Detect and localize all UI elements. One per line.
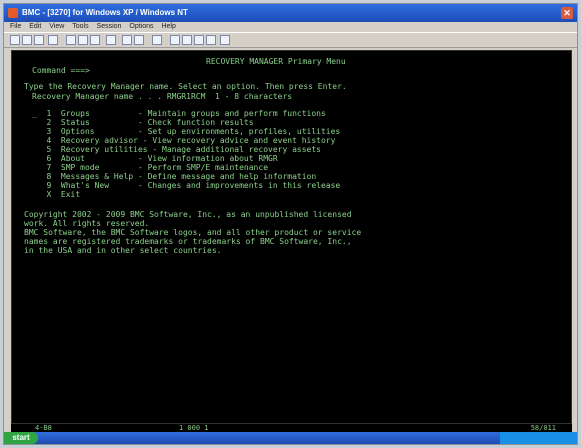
- command-line[interactable]: Command ===>: [32, 66, 90, 75]
- toolbar: [4, 32, 577, 48]
- menu-item-exit[interactable]: X Exit: [32, 190, 80, 199]
- menu-item-9[interactable]: 9 What's New - Changes and improvements …: [32, 181, 340, 190]
- menu-view[interactable]: View: [49, 23, 64, 30]
- copyright-line-2: work. All rights reserved.: [24, 219, 150, 228]
- status-left: 4-B8: [35, 424, 52, 432]
- app-window: BMC - [3270] for Windows XP / Windows NT…: [3, 3, 578, 445]
- font-icon[interactable]: [206, 35, 216, 45]
- copyright-line-3: BMC Software, the BMC Software logos, an…: [24, 228, 362, 237]
- copyright-line-1: Copyright 2002 - 2009 BMC Software, Inc.…: [24, 210, 352, 219]
- menu-tools[interactable]: Tools: [72, 23, 88, 30]
- open-icon[interactable]: [22, 35, 32, 45]
- disconnect-icon[interactable]: [122, 35, 132, 45]
- menu-edit[interactable]: Edit: [29, 23, 41, 30]
- copyright-line-4: names are registered trademarks or trade…: [24, 237, 352, 246]
- status-middle: 1 000 1: [179, 424, 209, 432]
- close-button[interactable]: ✕: [561, 7, 573, 19]
- new-session-icon[interactable]: [10, 35, 20, 45]
- copyright-line-5: in the USA and in other select countries…: [24, 246, 222, 255]
- terminal-header: RECOVERY MANAGER Primary Menu: [206, 57, 346, 66]
- copy-icon[interactable]: [66, 35, 76, 45]
- terminal-status-bar: 4-B8 1 000 1 58/011: [11, 424, 572, 432]
- start-button[interactable]: start: [4, 432, 38, 444]
- color-icon[interactable]: [194, 35, 204, 45]
- menu-item-6[interactable]: 6 About - View information about RMGR: [32, 154, 277, 163]
- title-bar: BMC - [3270] for Windows XP / Windows NT…: [4, 4, 577, 22]
- settings-icon[interactable]: [170, 35, 180, 45]
- menu-item-8[interactable]: 8 Messages & Help - Define message and h…: [32, 172, 316, 181]
- find-icon[interactable]: [90, 35, 100, 45]
- menu-item-7[interactable]: 7 SMP mode - Perform SMP/E maintenance: [32, 163, 268, 172]
- save-icon[interactable]: [34, 35, 44, 45]
- menu-item-3[interactable]: 3 Options - Set up environments, profile…: [32, 127, 340, 136]
- connect-icon[interactable]: [106, 35, 116, 45]
- status-right: 58/011: [530, 424, 556, 432]
- window-title: BMC - [3270] for Windows XP / Windows NT: [22, 8, 188, 17]
- macro-icon[interactable]: [152, 35, 162, 45]
- paste-icon[interactable]: [78, 35, 88, 45]
- taskbar: start: [4, 432, 577, 444]
- app-icon: [8, 8, 18, 18]
- terminal-screen[interactable]: RECOVERY MANAGER Primary Menu Command ==…: [11, 50, 572, 424]
- name-prompt[interactable]: Recovery Manager name . . . RMGR1RCM 1 -…: [32, 92, 292, 101]
- menu-item-2[interactable]: 2 Status - Check function results: [32, 118, 253, 127]
- menu-file[interactable]: File: [10, 23, 21, 30]
- menu-help[interactable]: Help: [161, 23, 175, 30]
- help-icon[interactable]: [220, 35, 230, 45]
- menu-item-4[interactable]: 4 Recovery advisor - View recovery advic…: [32, 136, 335, 145]
- instruction-text: Type the Recovery Manager name. Select a…: [24, 82, 347, 91]
- print-icon[interactable]: [48, 35, 58, 45]
- menu-options[interactable]: Options: [129, 23, 153, 30]
- system-tray: [500, 432, 577, 444]
- transfer-icon[interactable]: [182, 35, 192, 45]
- menu-item-5[interactable]: 5 Recovery utilities - Manage additional…: [32, 145, 321, 154]
- menu-bar: File Edit View Tools Session Options Hel…: [4, 22, 577, 32]
- menu-session[interactable]: Session: [97, 23, 122, 30]
- keyboard-icon[interactable]: [134, 35, 144, 45]
- menu-item-1[interactable]: _ 1 Groups - Maintain groups and perform…: [32, 109, 326, 118]
